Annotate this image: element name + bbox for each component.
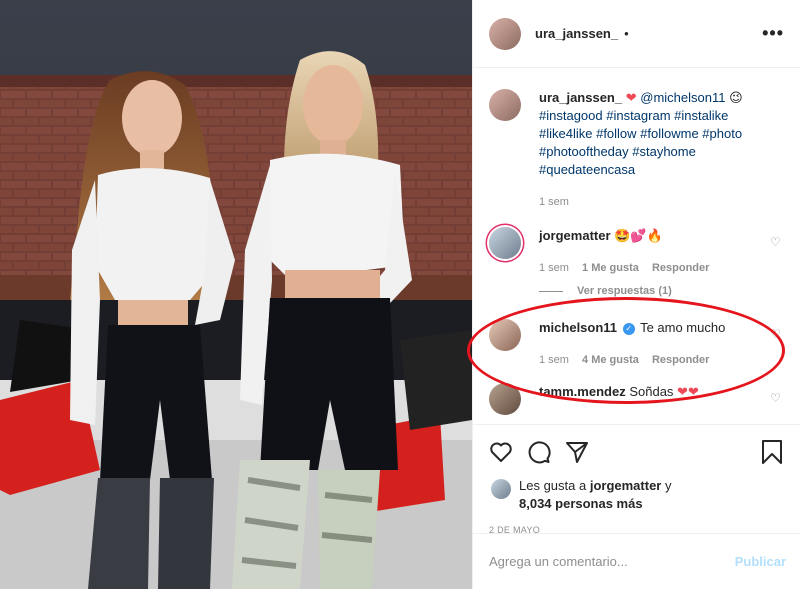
liker-username[interactable]: jorgematter [590,478,662,493]
comment-text: Te amo mucho [640,320,726,335]
caption-hashtags-3[interactable]: #photooftheday #stayhome [539,144,696,159]
comment-text: Soñdas [629,384,674,399]
comment-like-heart-icon[interactable]: ♡ [770,327,782,341]
caption-hashtags-4[interactable]: #quedateencasa [539,162,635,177]
likes-suffix: y [665,478,672,493]
comments-list[interactable]: ura_janssen_ ❤ @michelson11 😉 #instagood… [473,69,800,424]
likes-summary: Les gusta a jorgematter y 8,034 personas… [487,477,786,513]
hearts-emoji: ❤❤ [677,384,699,399]
save-bookmark-icon[interactable] [758,438,786,466]
view-replies-label[interactable]: Ver respuestas (1) [577,285,672,297]
post-comment-button[interactable]: Publicar [735,554,786,569]
reply-button[interactable]: Responder [652,354,709,366]
comment-username[interactable]: jorgematter [539,228,611,243]
author-avatar[interactable] [489,17,521,50]
post-side-panel: ura_janssen_ • ••• ura_janssen_ ❤ @miche… [472,0,800,589]
likes-others[interactable]: 8,034 personas más [519,496,643,511]
post-photo[interactable] [0,0,472,589]
comment-like-heart-icon[interactable]: ♡ [770,391,782,405]
comment-username[interactable]: tamm.mendez [539,384,626,399]
comment-item-highlighted: michelson11 ✓ Te amo mucho 1 sem 4 Me gu… [489,319,784,369]
comment-username[interactable]: michelson11 [539,320,617,335]
comment-like-heart-icon[interactable]: ♡ [770,235,782,249]
replies-line [539,290,563,292]
share-paper-plane-icon[interactable] [563,438,591,466]
caption-hashtags-1[interactable]: #instagood #instagram #instalike [539,108,728,123]
commenter-avatar[interactable] [489,383,521,415]
comment-likes[interactable]: 1 Me gusta [582,262,639,274]
action-icons [487,433,786,471]
more-dots-icon[interactable]: ••• [762,23,784,44]
comment-bubble-icon[interactable] [525,438,553,466]
caption-username[interactable]: ura_janssen_ [539,90,622,105]
author-username[interactable]: ura_janssen_ [535,26,618,41]
reply-button[interactable]: Responder [652,262,709,274]
comment-input[interactable] [489,554,735,569]
commenter-avatar[interactable] [489,227,521,259]
caption-time[interactable]: 1 sem [539,196,569,208]
caption-hashtags-2[interactable]: #like4like #follow #followme #photo [539,126,742,141]
view-replies[interactable]: Ver respuestas (1) [539,285,784,297]
caption-mention[interactable]: @michelson11 [640,90,725,105]
comment-text: 🤩💕🔥 [614,228,663,243]
comment-time[interactable]: 1 sem [539,262,569,274]
add-comment-bar: Publicar [473,533,800,589]
heart-emoji: ❤ [625,90,637,105]
liker-avatar[interactable] [491,479,511,499]
comment-time[interactable]: 1 sem [539,354,569,366]
caption: ura_janssen_ ❤ @michelson11 😉 #instagood… [489,89,784,211]
comment-item: jorgematter 🤩💕🔥 1 sem 1 Me gusta Respond… [489,227,784,277]
wink-emoji: 😉 [729,90,743,105]
commenter-avatar[interactable] [489,319,521,351]
post-header: ura_janssen_ • ••• [473,0,800,68]
likes-prefix: Les gusta a [519,478,587,493]
like-heart-icon[interactable] [487,438,515,466]
header-dot: • [624,26,629,41]
post-image [0,0,472,589]
post-actions: Les gusta a jorgematter y 8,034 personas… [473,424,800,535]
comment-likes[interactable]: 4 Me gusta [582,354,639,366]
verified-badge-icon: ✓ [622,323,635,335]
comment-item: tamm.mendez Soñdas ❤❤ ♡ [489,383,784,415]
caption-avatar[interactable] [489,89,521,121]
